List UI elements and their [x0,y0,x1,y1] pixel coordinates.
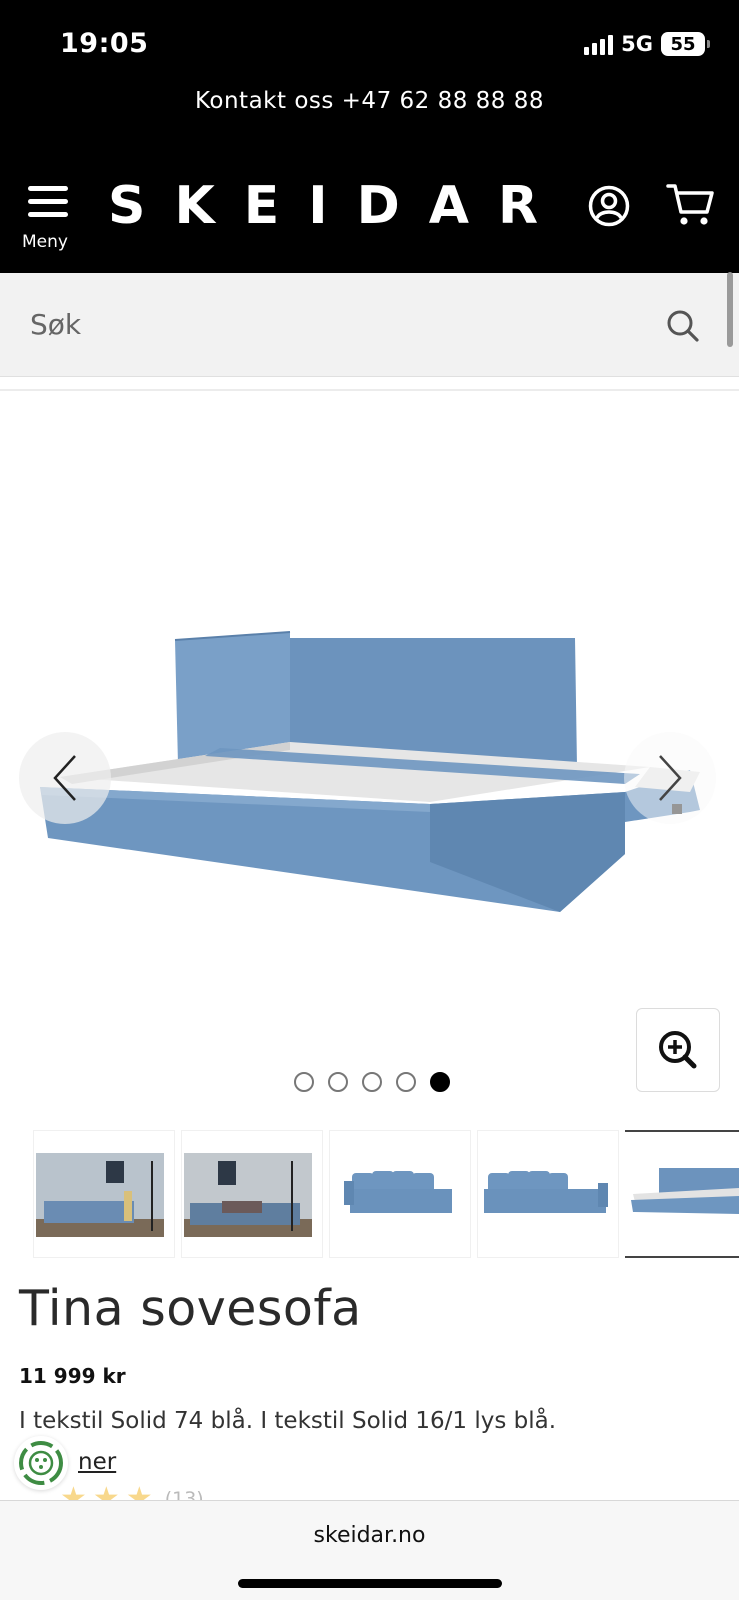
thumbnail-image [484,1171,608,1213]
more-link[interactable]: ner [78,1449,116,1475]
product-title: Tina sovesofa [19,1280,362,1337]
battery-icon: 55 [661,32,710,56]
gallery-prev-button[interactable] [19,732,111,824]
url-label[interactable]: skeidar.no [0,1523,739,1548]
thumbnail[interactable] [477,1130,619,1258]
gallery-dot-active[interactable] [429,1072,450,1092]
search-bar [0,273,739,377]
status-time: 19:05 [60,28,149,59]
thumbnail[interactable] [33,1130,175,1258]
chevron-left-icon [53,755,76,801]
page-scrollbar[interactable] [727,272,733,347]
status-indicators: 5G 55 [584,32,710,56]
gallery-dot[interactable] [293,1072,314,1092]
account-button[interactable] [588,185,630,227]
divider [0,389,739,391]
search-icon[interactable] [666,309,700,343]
network-label: 5G [621,32,653,56]
contact-link[interactable]: Kontakt oss +47 62 88 88 88 [0,88,739,114]
thumbnail[interactable] [329,1130,471,1258]
product-description: I tekstil Solid 74 blå. I tekstil Solid … [19,1408,557,1434]
thumbnail-image [184,1153,312,1237]
cart-icon [666,184,714,225]
browser-address-bar: skeidar.no [0,1500,739,1600]
recycle-icon [19,1441,63,1485]
product-price: 11 999 kr [19,1364,126,1388]
eco-badge-button[interactable] [14,1436,68,1490]
thumbnail-image [631,1168,739,1214]
menu-button[interactable]: Meny [22,182,78,254]
product-image-gallery[interactable] [0,392,739,1092]
menu-label: Meny [22,232,68,252]
thumbnail-strip [0,1130,739,1258]
site-header: 19:05 5G 55 Kontakt oss +47 62 88 88 88 … [0,0,739,273]
gallery-pagination [0,1072,739,1092]
thumbnail-selected[interactable] [625,1130,739,1258]
thumbnail-image [344,1171,452,1213]
thumbnail-image [36,1153,164,1237]
site-logo[interactable]: SKEIDAR [108,176,567,236]
cart-button[interactable] [666,182,716,228]
thumbnail[interactable] [181,1130,323,1258]
gallery-dot[interactable] [361,1072,382,1092]
search-input[interactable] [30,301,630,347]
gallery-next-button[interactable] [624,732,716,824]
user-icon [588,185,630,227]
home-indicator[interactable] [238,1579,502,1588]
gallery-dot[interactable] [327,1072,348,1092]
chevron-right-icon [659,755,682,801]
gallery-dot[interactable] [395,1072,416,1092]
signal-icon [584,33,614,55]
